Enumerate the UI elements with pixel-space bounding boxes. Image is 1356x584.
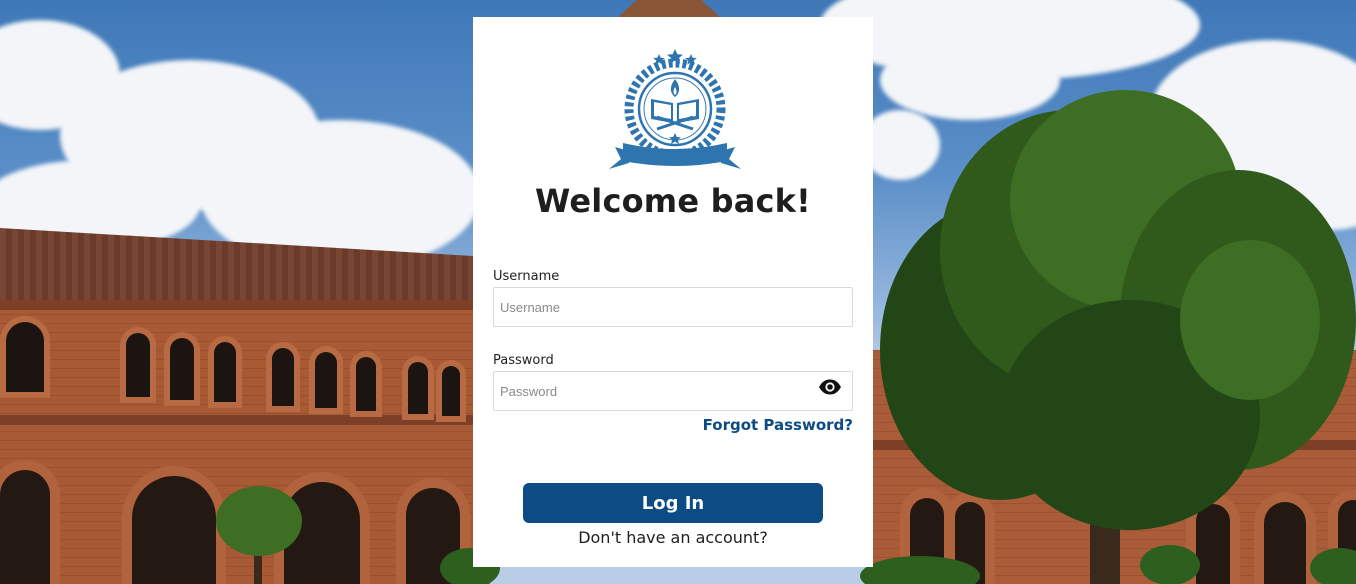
password-label: Password: [493, 353, 554, 368]
login-card: Welcome back! Username Password Forgot P…: [473, 17, 873, 567]
login-button[interactable]: Log In: [523, 483, 823, 523]
username-input[interactable]: [493, 287, 853, 327]
password-input[interactable]: [493, 371, 853, 411]
signup-link[interactable]: Don't have an account?: [473, 528, 873, 547]
eye-icon[interactable]: [818, 378, 842, 396]
forgot-password-link[interactable]: Forgot Password?: [703, 416, 853, 434]
school-crest-logo-icon: [609, 49, 741, 169]
username-label: Username: [493, 269, 560, 284]
page-title: Welcome back!: [535, 182, 811, 220]
